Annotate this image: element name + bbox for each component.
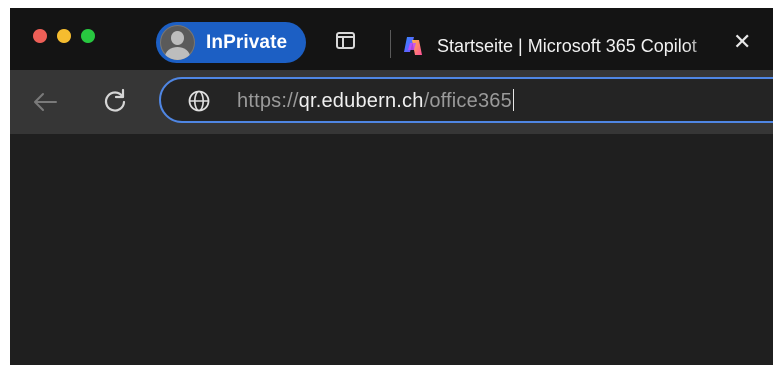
url-path: /office365 [423,90,512,112]
minimize-window-button[interactable] [57,29,71,43]
inprivate-profile-button[interactable]: InPrivate [156,22,306,63]
page-content-area [10,134,773,365]
tab-bar: InPrivate Startseite | Microsoft 365 Cop… [10,8,773,70]
copilot-icon [404,37,422,55]
arrow-left-icon[interactable] [30,87,60,117]
browser-window: InPrivate Startseite | Microsoft 365 Cop… [10,8,773,365]
reload-icon[interactable] [100,86,130,116]
tab-active[interactable]: Startseite | Microsoft 365 Copilot ✕ [395,22,773,70]
tab-actions-icon[interactable] [336,32,355,49]
close-window-button[interactable] [33,29,47,43]
text-caret [512,89,514,111]
navigation-toolbar: https://qr.edubern.ch/office365 [10,70,773,134]
inprivate-label: InPrivate [206,31,288,53]
url-scheme: https:// [237,90,299,112]
person-avatar-icon [160,25,195,60]
zoom-window-button[interactable] [81,29,95,43]
globe-icon[interactable] [187,89,211,113]
url-host: qr.edubern.ch [298,90,424,112]
tab-close-icon[interactable]: ✕ [733,32,751,54]
address-bar[interactable]: https://qr.edubern.ch/office365 [159,77,773,123]
url-text[interactable]: https://qr.edubern.ch/office365 [237,89,514,113]
tab-divider [390,30,391,58]
tab-title: Startseite | Microsoft 365 Copilot [437,35,697,56]
